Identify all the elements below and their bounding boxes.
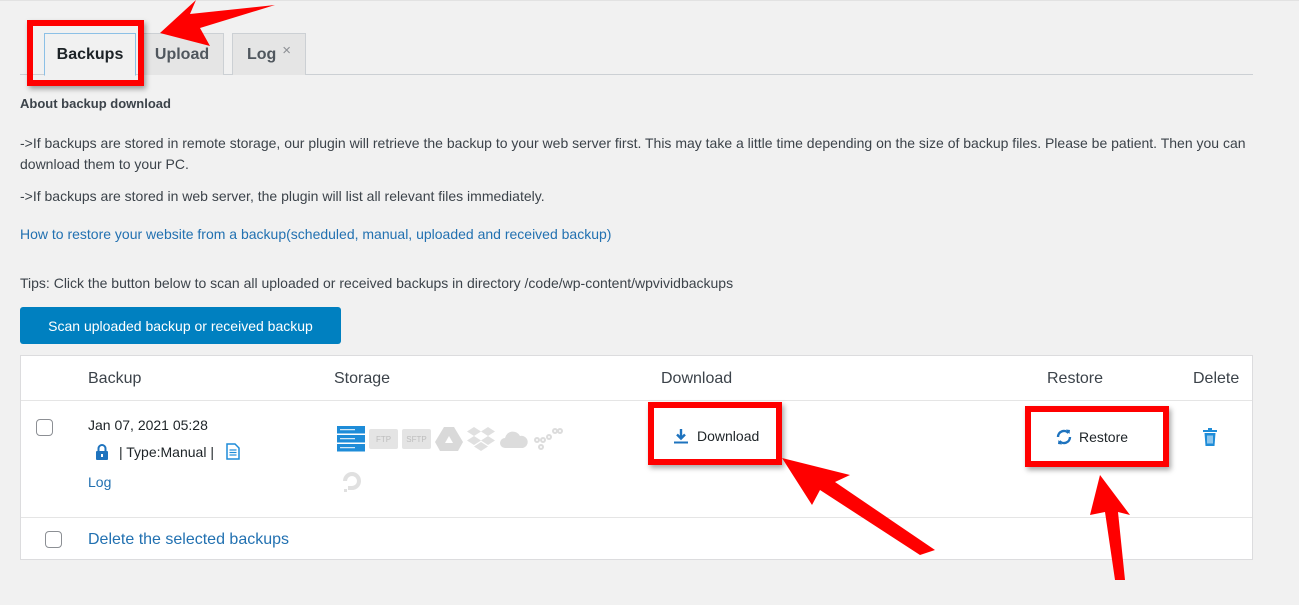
table-row: Jan 07, 2021 05:28 | Type:Manual | Log F…	[21, 402, 1252, 518]
download-label: Download	[697, 428, 760, 444]
tab-backups-label: Backups	[56, 45, 124, 63]
tab-bar: Backups Upload Log ×	[20, 33, 1253, 76]
lock-icon[interactable]	[95, 443, 109, 460]
row-checkbox[interactable]	[36, 419, 53, 436]
log-link[interactable]: Log	[88, 474, 111, 490]
about-paragraph-local: ->If backups are stored in web server, t…	[20, 188, 545, 204]
header-delete: Delete	[1193, 370, 1240, 387]
tab-log-label: Log	[246, 45, 277, 63]
restore-button[interactable]: Restore	[1055, 428, 1128, 446]
delete-selected-link[interactable]: Delete the selected backups	[88, 531, 289, 549]
tab-upload[interactable]: Upload	[140, 33, 224, 75]
header-storage: Storage	[334, 370, 391, 387]
tab-backups[interactable]: Backups	[44, 33, 136, 76]
header-backup: Backup	[88, 370, 142, 387]
sftp-icon: SFTP	[402, 429, 431, 449]
download-button[interactable]: Download	[673, 428, 759, 444]
download-icon	[674, 429, 688, 444]
digitalocean-icon	[343, 472, 361, 492]
ftp-icon: FTP	[369, 429, 398, 449]
backup-date: Jan 07, 2021 05:28	[88, 417, 208, 433]
s3-compatible-icon	[534, 428, 563, 450]
top-divider	[0, 0, 1299, 1]
trash-icon[interactable]	[1203, 428, 1217, 446]
tab-log[interactable]: Log ×	[232, 33, 306, 75]
document-icon[interactable]	[226, 443, 240, 460]
backups-table: Backup Storage Download Restore Delete J…	[20, 355, 1253, 560]
howto-restore-link[interactable]: How to restore your website from a backu…	[20, 226, 611, 242]
backup-meta: | Type:Manual |	[88, 443, 240, 460]
backup-type: | Type:Manual |	[119, 443, 214, 460]
about-title: About backup download	[20, 96, 171, 111]
storage-icons: FTP SFTP	[337, 426, 563, 452]
google-drive-icon	[435, 427, 463, 451]
tab-upload-label: Upload	[154, 45, 210, 63]
restore-label: Restore	[1079, 429, 1129, 445]
local-server-icon	[337, 426, 365, 452]
onedrive-icon	[500, 431, 528, 448]
close-icon[interactable]: ×	[282, 42, 291, 59]
dropbox-icon	[467, 427, 495, 451]
header-restore: Restore	[1047, 370, 1104, 387]
header-download: Download	[661, 370, 733, 387]
about-paragraph-remote: ->If backups are stored in remote storag…	[20, 135, 1246, 172]
select-all-checkbox[interactable]	[45, 531, 62, 548]
table-footer: Delete the selected backups	[21, 519, 1252, 561]
scan-backups-button[interactable]: Scan uploaded backup or received backup	[20, 307, 341, 344]
table-header: Backup Storage Download Restore Delete	[21, 356, 1252, 401]
refresh-icon	[1056, 429, 1072, 445]
tips-text: Tips: Click the button below to scan all…	[20, 275, 734, 291]
